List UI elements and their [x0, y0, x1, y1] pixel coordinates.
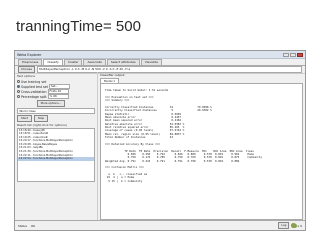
window-title: Weka Explorer — [17, 52, 42, 57]
window-titlebar[interactable]: Weka Explorer — [15, 51, 305, 59]
option-label: Supplied test set — [21, 84, 48, 89]
maximize-button[interactable] — [290, 52, 296, 57]
tab-preprocess[interactable]: Preprocess — [18, 59, 43, 65]
option-percentage-split[interactable]: Percentage split % 66 — [17, 93, 95, 100]
tab-associate[interactable]: Associate — [83, 59, 106, 65]
radio-icon[interactable] — [17, 85, 20, 88]
tab-visualize[interactable]: Visualize — [140, 59, 162, 65]
tab-select-attributes[interactable]: Select attributes — [106, 59, 140, 65]
classify-panel: Test options Use training set Supplied t… — [15, 72, 305, 221]
result-list[interactable]: 15:18:40 - trees.J48 15:18:51 - rules.Ze… — [17, 127, 95, 182]
explorer-tabs: Preprocess Classify Cluster Associate Se… — [15, 59, 305, 66]
status-text: OK — [30, 223, 36, 228]
classifier-output-label: Classifier output — [100, 73, 125, 77]
percentage-input[interactable]: % 66 — [47, 93, 69, 100]
result-list-label: Result list (right-click for options) — [17, 122, 67, 127]
log-button[interactable]: Log — [278, 222, 290, 229]
test-options-label: Test options — [17, 74, 35, 78]
minimize-button[interactable] — [283, 52, 289, 57]
class-attribute-select[interactable]: (Nom) class — [17, 107, 95, 114]
tab-cluster[interactable]: Cluster — [63, 59, 83, 65]
tab-classify[interactable]: Classify — [43, 59, 63, 65]
right-panel: Classifier output Model 1 Time taken to … — [98, 72, 305, 221]
start-button[interactable]: Start — [17, 115, 32, 122]
classifier-output-text[interactable]: Time taken to build model: 3.31 seconds … — [100, 83, 303, 220]
close-button[interactable] — [297, 52, 303, 57]
stop-button[interactable]: Stop — [33, 115, 49, 122]
slide-title: tranningTime= 500 — [16, 18, 141, 35]
radio-icon[interactable] — [17, 80, 20, 83]
weka-explorer-window: Weka Explorer Preprocess Classify Cluste… — [14, 50, 306, 231]
status-bar: Status OK Log x 0 — [15, 220, 305, 230]
option-label: Percentage split — [21, 94, 47, 99]
slide-accent — [0, 0, 8, 240]
radio-icon[interactable] — [17, 95, 20, 98]
left-panel: Test options Use training set Supplied t… — [15, 72, 98, 221]
list-item-selected[interactable]: 15:22:54 - functions.MultilayerPerceptro… — [18, 157, 94, 161]
radio-icon[interactable] — [17, 90, 20, 93]
status-label: Status — [18, 223, 27, 228]
start-stop-row: Start Stop — [17, 115, 95, 122]
option-label: Cross-validation — [21, 89, 47, 94]
task-count: x 0 — [297, 223, 302, 228]
more-options-button[interactable]: More options... — [37, 100, 65, 107]
option-label: Use training set — [21, 79, 47, 84]
